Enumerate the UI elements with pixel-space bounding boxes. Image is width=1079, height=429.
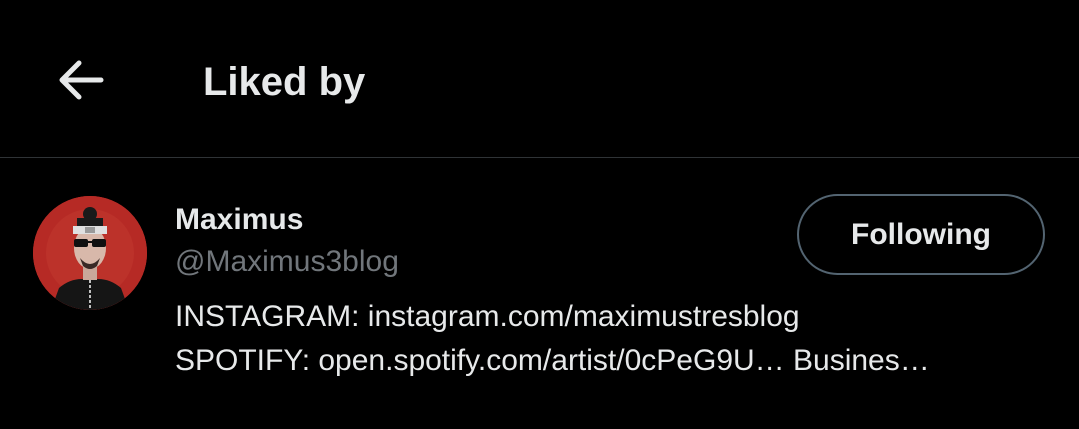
page-title: Liked by	[203, 60, 366, 104]
user-handle[interactable]: @Maximus3blog	[175, 244, 399, 280]
bio-line: SPOTIFY: open.spotify.com/artist/0cPeG9U…	[175, 344, 930, 377]
back-button[interactable]	[50, 50, 110, 110]
arrow-left-icon	[59, 60, 104, 100]
following-button[interactable]: Following	[797, 194, 1045, 275]
user-bio: INSTAGRAM: instagram.com/maximustresblog…	[175, 295, 1045, 383]
top-app-bar: Liked by	[0, 0, 1079, 158]
user-cell[interactable]: Maximus @Maximus3blog INSTAGRAM: instagr…	[0, 159, 1079, 429]
avatar[interactable]	[33, 196, 147, 310]
bio-line: INSTAGRAM: instagram.com/maximustresblog	[175, 300, 800, 333]
user-display-name[interactable]: Maximus	[175, 202, 303, 238]
